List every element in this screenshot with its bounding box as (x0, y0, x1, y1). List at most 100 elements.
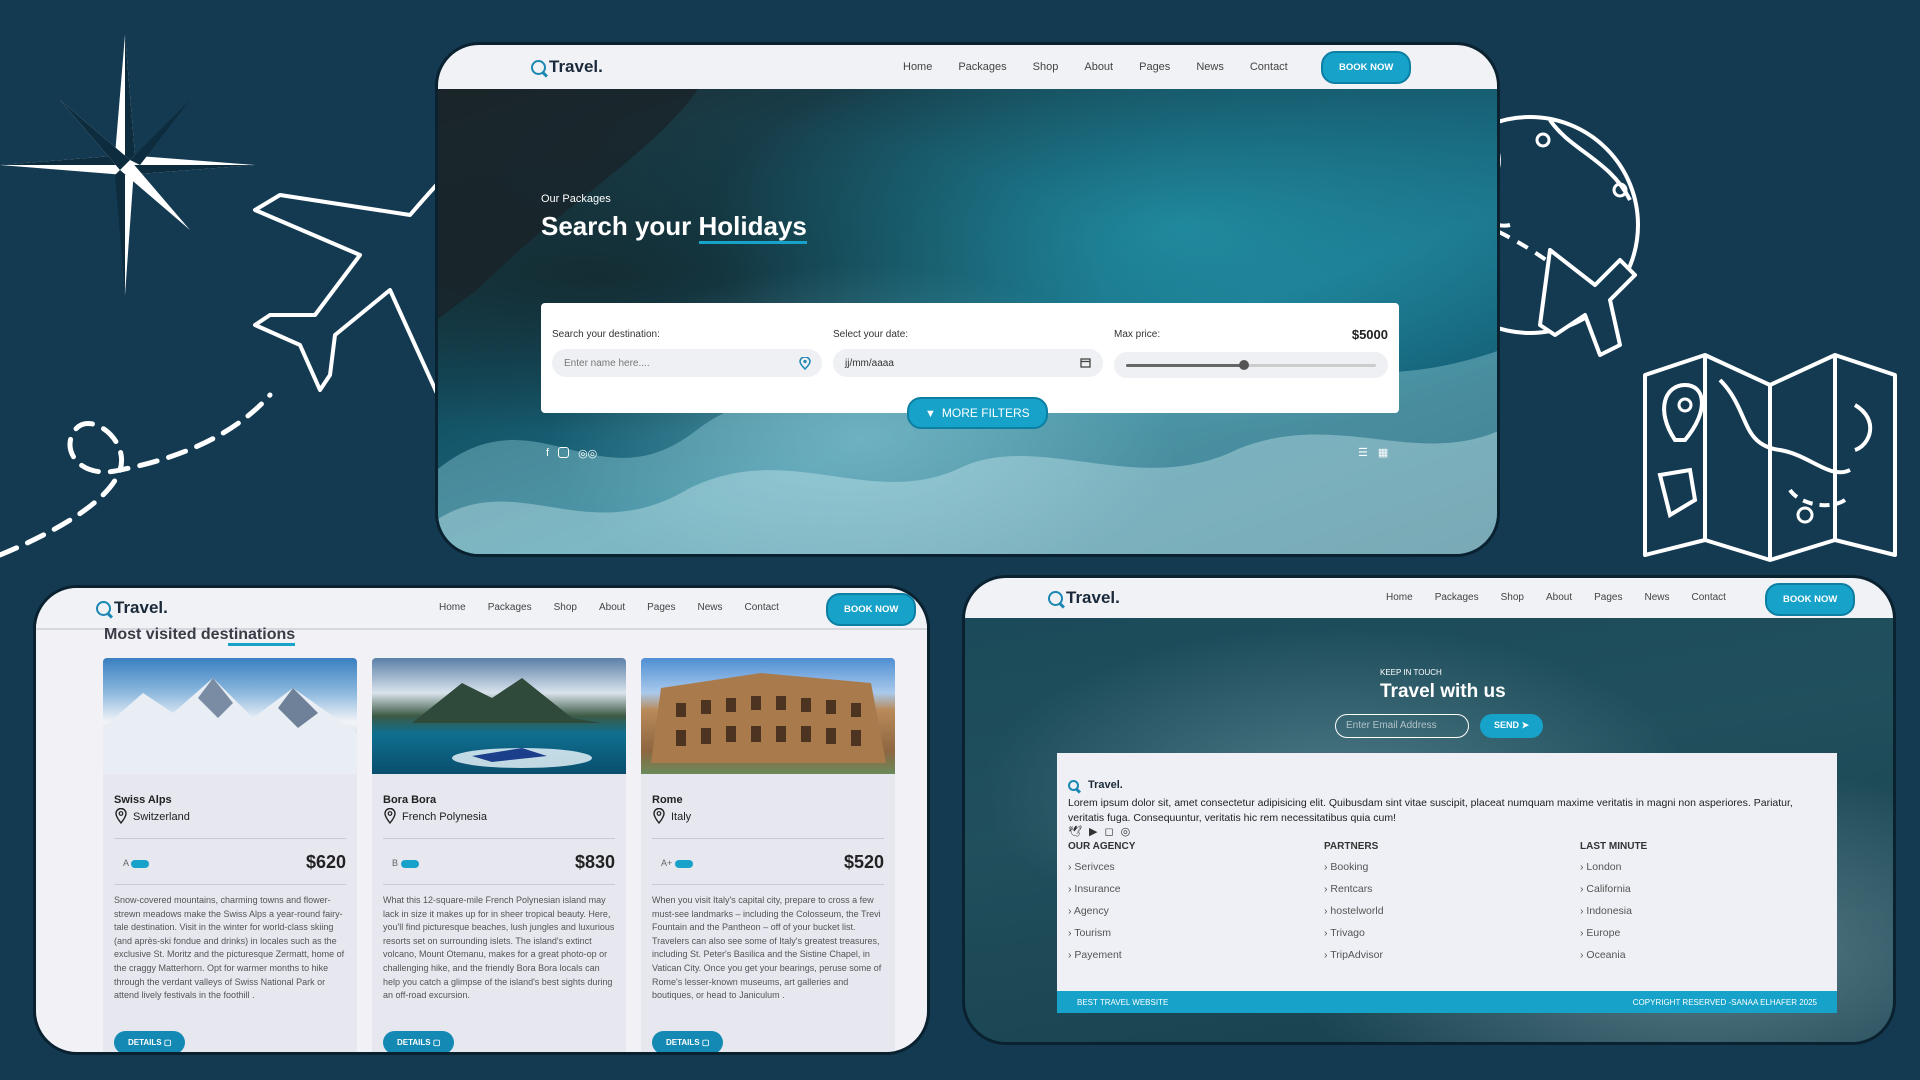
footer-link[interactable]: › hostelworld (1324, 905, 1384, 917)
more-filters-button[interactable]: ▼ MORE FILTERS (907, 397, 1048, 429)
island-jetski-art (412, 678, 602, 768)
nav-contact[interactable]: Contact (1250, 61, 1288, 73)
details-label: DETAILS (666, 1038, 700, 1047)
nav-about[interactable]: About (1084, 61, 1113, 73)
max-price-value: $5000 (1351, 327, 1388, 342)
mountain-peaks-art (103, 678, 357, 774)
date-input[interactable]: jj/mm/aaaa (833, 349, 1103, 377)
details-button[interactable]: DETAILS ▢ (652, 1031, 724, 1052)
card-separator (114, 838, 346, 839)
price-slider-thumb[interactable] (1238, 360, 1249, 370)
book-now-button[interactable]: BOOK NOW (826, 593, 917, 626)
send-button[interactable]: SEND ➤ (1480, 714, 1544, 738)
destination-label: Search your destination: (552, 329, 660, 340)
facebook-icon[interactable]: f (546, 447, 549, 460)
footer-copyright: COPYRIGHT RESERVED -SANAA ELHAFER 2025 (1632, 998, 1817, 1007)
footer-col-title: LAST MINUTE (1580, 841, 1648, 852)
book-now-button[interactable]: BOOK NOW (1321, 51, 1412, 84)
brand-logo[interactable]: Travel. (96, 598, 168, 618)
calendar-icon (1080, 358, 1091, 368)
list-view-icon[interactable]: ☰ (1358, 446, 1368, 459)
footer-nav: Travel. Home Packages Shop About Pages N… (965, 578, 1893, 618)
footer-link[interactable]: › Booking (1324, 861, 1368, 873)
footer-link[interactable]: › Oceania (1580, 949, 1626, 961)
footer-link-label: London (1586, 861, 1622, 873)
nav-contact[interactable]: Contact (744, 602, 778, 613)
details-label: DETAILS (128, 1038, 162, 1047)
card-title: Swiss Alps (114, 794, 172, 806)
nav-news[interactable]: News (697, 602, 722, 613)
details-button[interactable]: DETAILS ▢ (114, 1031, 186, 1052)
nav-packages[interactable]: Packages (488, 602, 532, 613)
footer-link[interactable]: › Trivago (1324, 927, 1365, 939)
destinations-heading: Most visited destinations (104, 626, 296, 646)
footer-about-text: Lorem ipsum dolor sit, amet consectetur … (1068, 797, 1793, 824)
footer-brand[interactable]: Travel. (1068, 779, 1123, 791)
footer-link[interactable]: › Indonesia (1580, 905, 1632, 917)
nav-home[interactable]: Home (1386, 592, 1413, 603)
tripadvisor-icon[interactable]: ◎ (1121, 825, 1131, 838)
card-grade-label: B (392, 858, 399, 868)
nav-news[interactable]: News (1196, 61, 1224, 73)
nav-pages[interactable]: Pages (1594, 592, 1622, 603)
grade-toggle-icon (131, 859, 150, 868)
hero-title-part1: Search your (541, 211, 699, 241)
footer-link[interactable]: › California (1580, 883, 1631, 895)
footer-link[interactable]: › Tourism (1068, 927, 1111, 939)
hero-eyebrow: Our Packages (541, 193, 611, 205)
footer-link-label: Insurance (1074, 883, 1121, 895)
footer-link[interactable]: › London (1580, 861, 1621, 873)
grid-view-icon[interactable]: ▦ (1378, 446, 1388, 459)
grade-toggle-icon (674, 859, 693, 868)
card-location: French Polynesia (402, 811, 487, 823)
brand-name: Travel. (1066, 588, 1120, 607)
tripadvisor-icon[interactable]: ◎◎ (578, 447, 597, 460)
footer-link[interactable]: › Agency (1068, 905, 1109, 917)
top-nav: Travel. Home Packages Shop About Pages N… (438, 45, 1497, 89)
footer-link[interactable]: › Payement (1068, 949, 1122, 961)
brand-logo[interactable]: Travel. (531, 57, 603, 77)
nav-home[interactable]: Home (439, 602, 466, 613)
twitter-icon[interactable]: 🕊 (1068, 825, 1082, 838)
nav-shop[interactable]: Shop (1033, 61, 1059, 73)
footer-social-icons: 🕊 ▶ ◻ ◎ (1068, 825, 1130, 838)
view-toggle-icons: ☰ ▦ (1358, 446, 1388, 459)
nav-packages[interactable]: Packages (1435, 592, 1479, 603)
heading-part1: Most visited des (104, 626, 229, 643)
bora-bora-image (372, 658, 626, 774)
price-slider-track[interactable] (1114, 352, 1388, 378)
nav-news[interactable]: News (1644, 592, 1669, 603)
footer-link-label: TripAdvisor (1330, 949, 1383, 961)
details-button[interactable]: DETAILS ▢ (383, 1031, 455, 1052)
book-now-button[interactable]: BOOK NOW (1765, 583, 1856, 616)
instagram-icon[interactable] (558, 447, 570, 458)
nav-about[interactable]: About (1546, 592, 1572, 603)
footer-link[interactable]: › TripAdvisor (1324, 949, 1383, 961)
nav-home[interactable]: Home (903, 61, 932, 73)
nav-packages[interactable]: Packages (958, 61, 1006, 73)
footer-link[interactable]: › Serivces (1068, 861, 1115, 873)
colosseum-art (651, 673, 886, 763)
max-price-label: Max price: (1114, 329, 1161, 340)
destinations-screenshot: Travel. Home Packages Shop About Pages N… (33, 585, 930, 1055)
footer-link[interactable]: › Europe (1580, 927, 1620, 939)
destination-input[interactable]: Enter name here.... (552, 349, 822, 377)
footer-panel: Travel. Lorem ipsum dolor sit, amet cons… (1057, 753, 1837, 1013)
footer-link-label: Agency (1073, 905, 1109, 917)
nav-shop[interactable]: Shop (554, 602, 577, 613)
nav-pages[interactable]: Pages (647, 602, 675, 613)
nav-menu: Home Packages Shop About Pages News Cont… (1386, 592, 1726, 603)
instagram-icon[interactable]: ◻ (1104, 825, 1113, 838)
footer-link[interactable]: › Insurance (1068, 883, 1121, 895)
footer-link-label: Serivces (1074, 861, 1115, 873)
brand-logo[interactable]: Travel. (1048, 588, 1120, 608)
footer-link[interactable]: › Rentcars (1324, 883, 1372, 895)
nav-shop[interactable]: Shop (1501, 592, 1524, 603)
nav-pages[interactable]: Pages (1139, 61, 1170, 73)
hero-screenshot: Travel. Home Packages Shop About Pages N… (435, 42, 1500, 557)
footer-bottom-left: BEST TRAVEL WEBSITE (1077, 998, 1169, 1007)
youtube-icon[interactable]: ▶ (1089, 825, 1097, 838)
nav-contact[interactable]: Contact (1691, 592, 1725, 603)
email-input[interactable]: Enter Email Address (1335, 714, 1469, 738)
nav-about[interactable]: About (599, 602, 625, 613)
